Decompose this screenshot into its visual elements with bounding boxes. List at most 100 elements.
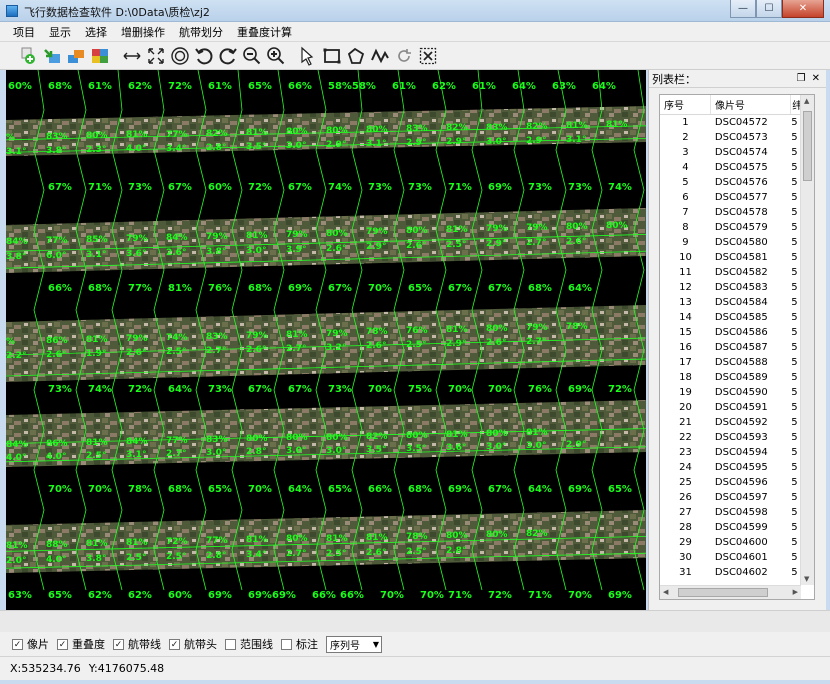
polygon-select-icon[interactable] xyxy=(344,44,368,68)
checkbox-photo-box[interactable]: ✓ xyxy=(12,638,23,650)
list-item[interactable]: 2 DSC04573 5 xyxy=(660,130,801,145)
import-icon[interactable] xyxy=(40,44,64,68)
list-item[interactable]: 21 DSC04592 5 xyxy=(660,415,801,430)
target-icon[interactable] xyxy=(168,44,192,68)
list-item[interactable]: 8 DSC04579 5 xyxy=(660,220,801,235)
col-photo-id[interactable]: 像片号 xyxy=(711,95,792,114)
list-item[interactable]: 17 DSC04588 5 xyxy=(660,355,801,370)
horizontal-scrollbar[interactable]: ◀ ▶ xyxy=(660,585,801,599)
horizontal-splitter[interactable] xyxy=(0,610,830,632)
vertical-scrollbar[interactable]: ▲ ▼ xyxy=(800,95,814,585)
horizontal-scroll-thumb[interactable] xyxy=(678,588,768,597)
list-item[interactable]: 9 DSC04580 5 xyxy=(660,235,801,250)
list-item[interactable]: 18 DSC04589 5 xyxy=(660,370,801,385)
checkbox-strip-head-box[interactable]: ✓ xyxy=(169,638,180,650)
overlap-label: 58% xyxy=(352,81,376,92)
list-item[interactable]: 11 DSC04582 5 xyxy=(660,265,801,280)
full-extent-icon[interactable] xyxy=(144,44,168,68)
menu-strip-division[interactable]: 航带划分 xyxy=(172,24,230,40)
rectangle-select-icon[interactable] xyxy=(320,44,344,68)
maximize-button[interactable]: ☐ xyxy=(756,0,782,18)
checkbox-strip-line[interactable]: ✓ 航带线 xyxy=(113,636,161,652)
minimize-button[interactable]: — xyxy=(730,0,756,18)
dock-icon[interactable]: ❐ xyxy=(797,73,806,84)
col-index[interactable]: 序号 xyxy=(660,95,711,114)
strip-angle-label: 4.0° xyxy=(46,555,67,566)
list-item[interactable]: 29 DSC04600 5 xyxy=(660,535,801,550)
close-button[interactable]: ✕ xyxy=(782,0,824,18)
scroll-right-icon[interactable]: ▶ xyxy=(793,588,798,596)
line-select-icon[interactable] xyxy=(368,44,392,68)
checkbox-overlap[interactable]: ✓ 重叠度 xyxy=(57,636,105,652)
list-item[interactable]: 4 DSC04575 5 xyxy=(660,160,801,175)
clear-selection-icon[interactable] xyxy=(416,44,440,68)
list-item[interactable]: 19 DSC04590 5 xyxy=(660,385,801,400)
list-item[interactable]: 10 DSC04581 5 xyxy=(660,250,801,265)
list-item[interactable]: 23 DSC04594 5 xyxy=(660,445,801,460)
overlap-label: 74% xyxy=(88,384,112,395)
vertical-scroll-thumb[interactable] xyxy=(803,111,812,181)
list-item[interactable]: 27 DSC04598 5 xyxy=(660,505,801,520)
menu-project[interactable]: 项目 xyxy=(6,24,42,40)
strip-overlap-label: 81% xyxy=(6,541,28,551)
label-field-select[interactable]: 序列号 ▼ xyxy=(326,635,382,653)
list-item[interactable]: 20 DSC04591 5 xyxy=(660,400,801,415)
list-item[interactable]: 28 DSC04599 5 xyxy=(660,520,801,535)
list-item[interactable]: 22 DSC04593 5 xyxy=(660,430,801,445)
measure-distance-icon[interactable] xyxy=(120,44,144,68)
rotate-left-icon[interactable] xyxy=(192,44,216,68)
list-item[interactable]: 13 DSC04584 5 xyxy=(660,295,801,310)
checkbox-strip-head[interactable]: ✓ 航带头 xyxy=(169,636,217,652)
list-item[interactable]: 15 DSC04586 5 xyxy=(660,325,801,340)
menu-select[interactable]: 选择 xyxy=(78,24,114,40)
scroll-left-icon[interactable]: ◀ xyxy=(663,588,668,596)
refresh-icon[interactable] xyxy=(392,44,416,68)
list-item[interactable]: 14 DSC04585 5 xyxy=(660,310,801,325)
overlap-label: 78% xyxy=(128,484,152,495)
list-item[interactable]: 5 DSC04576 5 xyxy=(660,175,801,190)
list-header: 序号 像片号 纬 xyxy=(660,95,801,115)
strip-overlap-label: 72% xyxy=(166,537,188,548)
list-item[interactable]: 26 DSC04597 5 xyxy=(660,490,801,505)
checkbox-annotation[interactable]: 标注 xyxy=(281,636,318,652)
list-item[interactable]: 24 DSC04595 5 xyxy=(660,460,801,475)
menu-overlap-calc[interactable]: 重叠度计算 xyxy=(230,24,299,40)
scroll-up-icon[interactable]: ▲ xyxy=(804,97,809,105)
strip-angle-label: 3.2° xyxy=(326,342,347,353)
menu-display[interactable]: 显示 xyxy=(42,24,78,40)
panel-close-icon[interactable]: ✕ xyxy=(812,73,820,84)
zoom-out-icon[interactable] xyxy=(240,44,264,68)
list-item[interactable]: 16 DSC04587 5 xyxy=(660,340,801,355)
strip-overlap-label: 79% xyxy=(526,223,548,234)
list-item[interactable]: 1 DSC04572 5 xyxy=(660,115,801,130)
strip-angle-label: 1.9° xyxy=(86,348,107,359)
checkbox-strip-line-box[interactable]: ✓ xyxy=(113,638,124,650)
checkbox-photo[interactable]: ✓ 像片 xyxy=(12,636,49,652)
zoom-in-icon[interactable] xyxy=(264,44,288,68)
list-item[interactable]: 3 DSC04574 5 xyxy=(660,145,801,160)
list-item[interactable]: 6 DSC04577 5 xyxy=(660,190,801,205)
list-item[interactable]: 7 DSC04578 5 xyxy=(660,205,801,220)
map-canvas[interactable]: 60% 68% 61% 62% 72% 61% 65% 66% 58% 58% 61% 62% 61% 6… xyxy=(6,70,646,610)
checkbox-annotation-box[interactable] xyxy=(281,638,292,650)
rotate-right-icon[interactable] xyxy=(216,44,240,68)
select-arrow-icon[interactable] xyxy=(296,44,320,68)
list-item[interactable]: 25 DSC04596 5 xyxy=(660,475,801,490)
layers-icon[interactable] xyxy=(64,44,88,68)
overlap-label: 73% xyxy=(368,182,392,193)
scroll-down-icon[interactable]: ▼ xyxy=(804,575,809,583)
photo-list[interactable]: 序号 像片号 纬 1DSC0457252DSC0457353DSC0457454… xyxy=(659,94,815,600)
checkbox-boundary[interactable]: 范围线 xyxy=(225,636,273,652)
checkbox-boundary-box[interactable] xyxy=(225,638,236,650)
list-item[interactable]: 30 DSC04601 5 xyxy=(660,550,801,565)
strip-overlap-label: 81% xyxy=(86,539,108,550)
menu-add-delete[interactable]: 增删操作 xyxy=(114,24,172,40)
strip-angle-label: 2.5° xyxy=(166,346,187,357)
list-item[interactable]: 31 DSC04602 5 xyxy=(660,565,801,580)
overlap-label: 68% xyxy=(528,283,552,294)
list-item[interactable]: 12 DSC04583 5 xyxy=(660,280,801,295)
checkbox-overlap-box[interactable]: ✓ xyxy=(57,638,68,650)
overlap-label: 70% xyxy=(568,590,592,601)
color-layers-icon[interactable] xyxy=(88,44,112,68)
add-layer-icon[interactable] xyxy=(16,44,40,68)
